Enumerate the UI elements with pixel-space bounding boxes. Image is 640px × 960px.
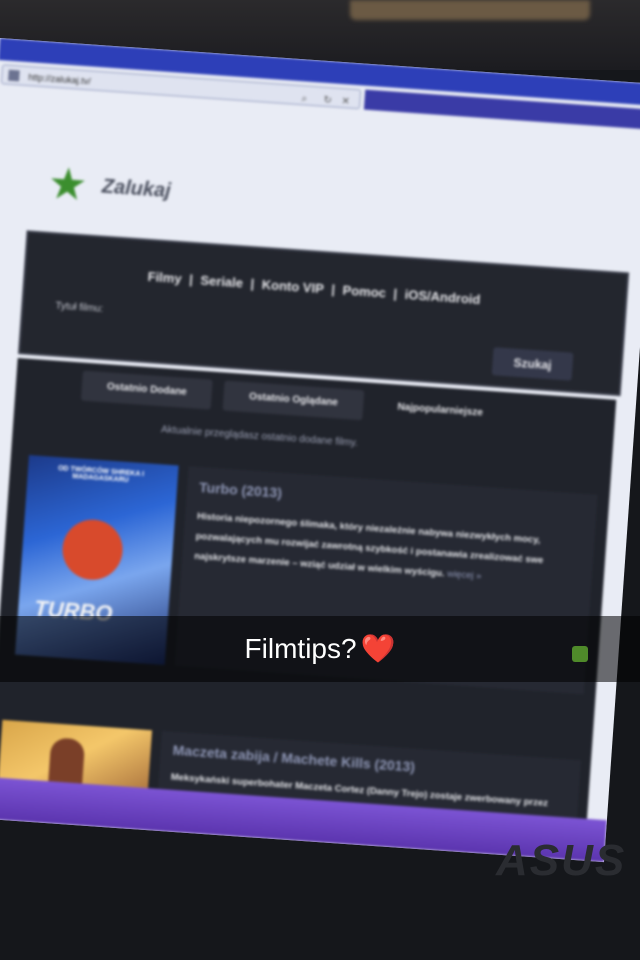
search-icon[interactable]: ⌕ (301, 89, 308, 109)
tab-recently-added[interactable]: Ostatnio Dodane (80, 370, 213, 410)
description-text: Historia niepozornego ślimaka, który nie… (193, 510, 544, 580)
close-icon[interactable]: ✕ (341, 92, 351, 113)
tab-most-popular[interactable]: Najpopularniejsze (374, 391, 506, 430)
nav-separator: | (392, 286, 398, 302)
desk-object (350, 0, 590, 20)
nav-item-pomoc[interactable]: Pomoc (342, 283, 386, 301)
snap-caption: Filmtips? ❤️ (0, 616, 640, 682)
list-info: Aktualnie przeglądasz ostatnio dodane fi… (160, 424, 359, 449)
monitor-screen: http://zalukaj.tv/ ⌕ ↻ ✕ ★ Zalukaj Filmy… (0, 38, 640, 863)
title-search-label: Tytuł filmu: (55, 300, 104, 315)
poster-tagline: OD TWÓRCÓW SHREKA I MADAGASKARU (57, 465, 145, 485)
nav-item-filmy[interactable]: Filmy (147, 269, 182, 286)
address-text: http://zalukaj.tv/ (27, 72, 92, 87)
heart-icon: ❤️ (360, 633, 396, 664)
star-icon: ★ (46, 158, 90, 211)
refresh-icon[interactable]: ↻ (323, 91, 333, 112)
tab-recently-watched[interactable]: Ostatnio Oglądane (222, 380, 365, 421)
nav-item-konto-vip[interactable]: Konto VIP (261, 277, 324, 296)
thumbs-up-icon[interactable] (572, 646, 588, 662)
monitor-brand-logo: ASUS (496, 836, 627, 885)
nav-separator: | (250, 276, 255, 292)
poster-art (60, 517, 125, 582)
more-link[interactable]: więcej » (447, 569, 482, 582)
nav-item-ios-android[interactable]: iOS/Android (404, 287, 481, 307)
caption-text: Filmtips? (244, 633, 357, 664)
favicon-icon (8, 69, 20, 82)
movie-title[interactable]: Turbo (2013) (199, 479, 283, 501)
site-name: Zalukaj (101, 175, 172, 203)
main-nav: Filmy | Seriale | Konto VIP | Pomoc | iO… (145, 269, 483, 308)
movie-description: Historia niepozornego ślimaka, który nie… (194, 507, 587, 594)
nav-separator: | (330, 281, 336, 297)
search-button[interactable]: Szukaj (491, 347, 574, 381)
nav-separator: | (188, 271, 194, 288)
nav-item-seriale[interactable]: Seriale (200, 273, 244, 291)
